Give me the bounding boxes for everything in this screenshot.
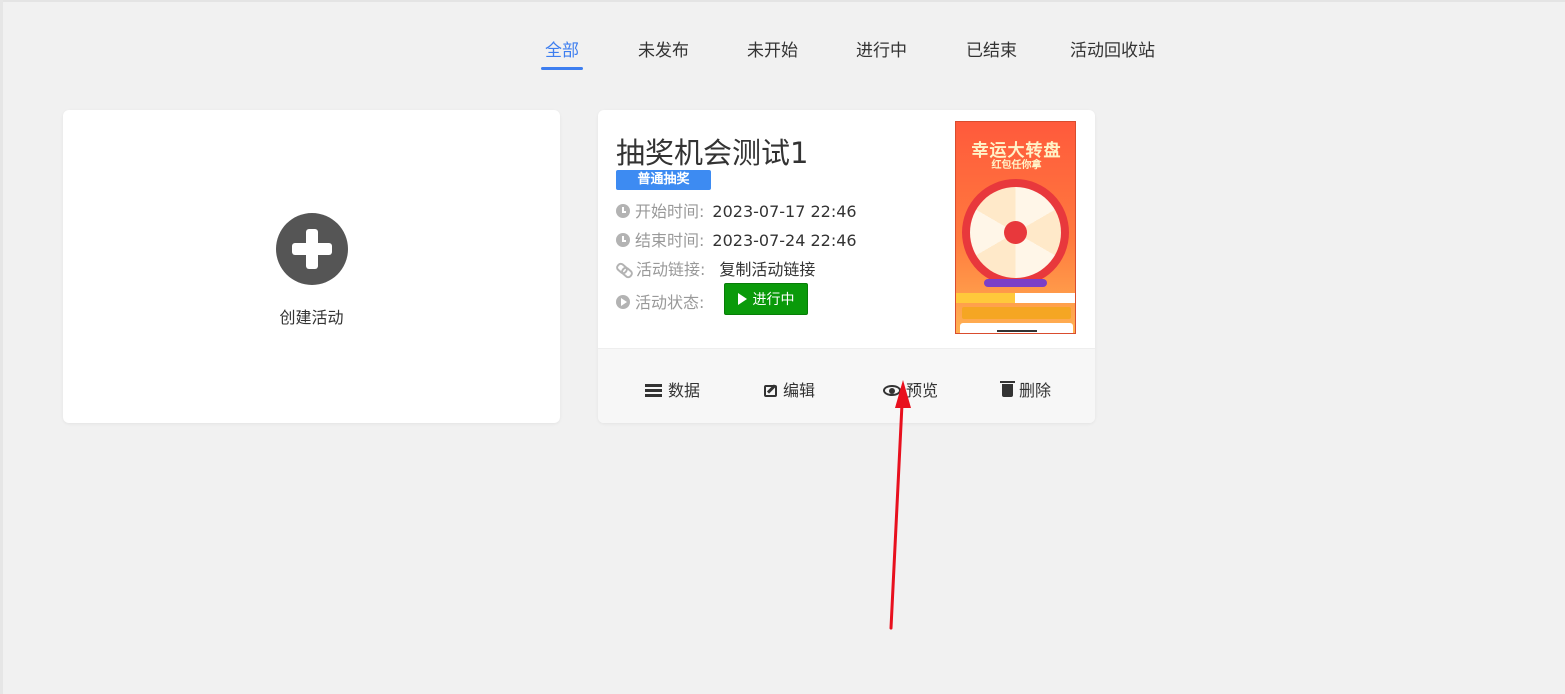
activity-poster-thumbnail[interactable]: 幸运大转盘 红包任你拿 <box>955 121 1076 334</box>
delete-button[interactable]: 删除 <box>1000 377 1052 401</box>
poster-button <box>984 279 1047 287</box>
activity-link-label: 活动链接: <box>636 260 706 279</box>
play-icon <box>737 293 747 305</box>
status-tabs: 全部 未发布 未开始 进行中 已结束 活动回收站 <box>0 36 1565 76</box>
start-time-row: 开始时间: 2023-07-17 22:46 <box>616 198 857 222</box>
status-button[interactable]: 进行中 <box>724 283 808 315</box>
start-time-label: 开始时间: <box>635 202 705 221</box>
poster-tabs <box>956 293 1075 303</box>
tab-in-progress[interactable]: 进行中 <box>856 36 907 61</box>
preview-label: 预览 <box>906 381 939 400</box>
activity-actions-bar: 数据 编辑 预览 删除 <box>598 348 1095 423</box>
link-icon <box>614 261 635 280</box>
tab-all[interactable]: 全部 <box>545 36 579 61</box>
activity-card: 抽奖机会测试1 普通抽奖 开始时间: 2023-07-17 22:46 结束时间:… <box>598 110 1095 423</box>
poster-bar <box>962 307 1071 319</box>
create-activity-label: 创建活动 <box>279 308 344 327</box>
top-border <box>0 0 1565 2</box>
edit-button[interactable]: 编辑 <box>764 377 815 401</box>
clock-icon <box>616 204 630 218</box>
activity-title: 抽奖机会测试1 <box>616 136 809 170</box>
delete-label: 删除 <box>1019 381 1052 400</box>
copy-link-button[interactable]: 复制活动链接 <box>719 260 815 279</box>
clock-icon <box>616 233 630 247</box>
edit-icon <box>764 385 777 397</box>
trash-icon <box>1000 381 1015 397</box>
play-circle-icon <box>616 295 630 309</box>
tab-recycle-bin[interactable]: 活动回收站 <box>1070 36 1155 61</box>
data-label: 数据 <box>668 381 701 400</box>
eye-icon <box>883 385 901 396</box>
preview-button[interactable]: 预览 <box>883 377 938 401</box>
list-icon <box>645 384 662 397</box>
activity-link-row: 活动链接: 复制活动链接 <box>614 256 815 280</box>
status-value: 进行中 <box>752 292 795 308</box>
data-button[interactable]: 数据 <box>645 377 700 401</box>
poster-subtitle: 红包任你拿 <box>991 160 1042 171</box>
lucky-wheel-image <box>962 179 1069 286</box>
end-time-row: 结束时间: 2023-07-24 22:46 <box>616 227 857 251</box>
start-time-value: 2023-07-17 22:46 <box>712 202 857 221</box>
end-time-label: 结束时间: <box>635 231 705 250</box>
end-time-value: 2023-07-24 22:46 <box>712 231 857 250</box>
tab-not-started[interactable]: 未开始 <box>747 36 798 61</box>
activity-status-row: 活动状态: <box>616 289 704 313</box>
left-border <box>0 0 3 694</box>
activity-status-label: 活动状态: <box>635 293 705 312</box>
annotation-arrow-shaft <box>889 402 904 630</box>
tab-unpublished[interactable]: 未发布 <box>638 36 689 61</box>
tab-ended[interactable]: 已结束 <box>966 36 1017 61</box>
plus-circle-icon[interactable] <box>276 213 348 285</box>
edit-label: 编辑 <box>783 381 816 400</box>
create-activity-card[interactable]: 创建活动 <box>63 110 560 423</box>
poster-bottom <box>960 323 1073 333</box>
active-tab-indicator <box>541 67 583 70</box>
activity-type-badge: 普通抽奖 <box>616 170 711 190</box>
